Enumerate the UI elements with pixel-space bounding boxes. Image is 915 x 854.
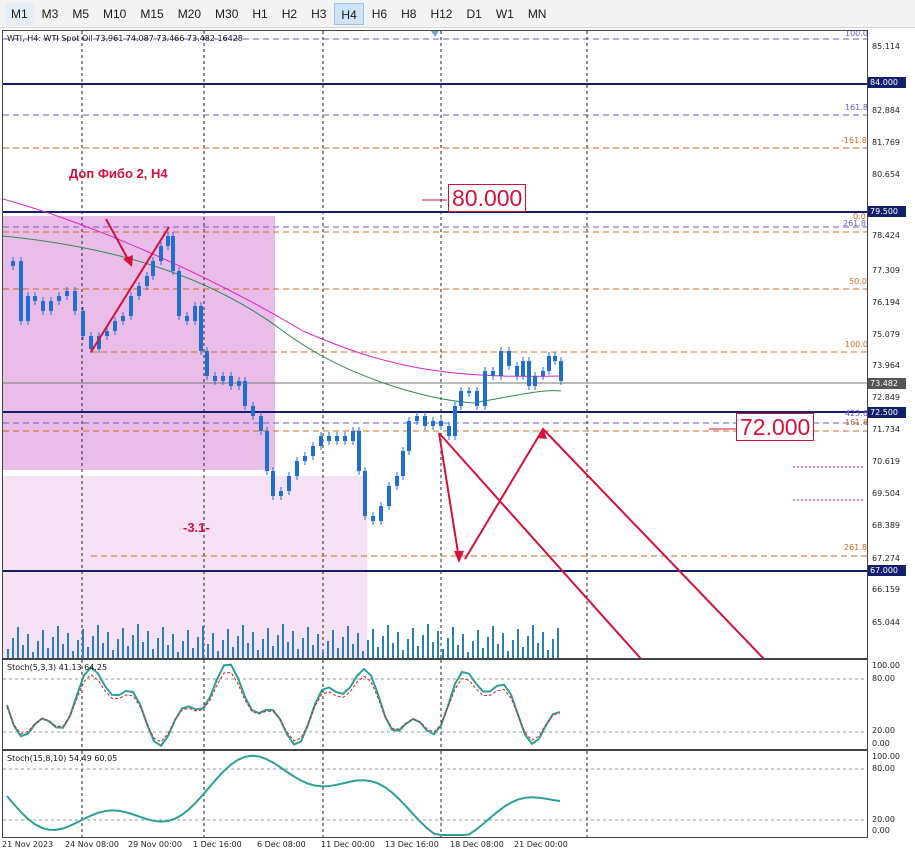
price-scale-label: 70.619	[872, 457, 900, 466]
symbol-info: WTI, H4: WTI Spot Oil 73.961 74.087 73.4…	[7, 34, 243, 43]
stoch1-scale-100: 100.00	[872, 661, 900, 670]
timeframe-button-w1[interactable]: W1	[490, 3, 520, 25]
main-chart-panel[interactable]: WTI, H4: WTI Spot Oil 73.961 74.087 73.4…	[2, 30, 868, 659]
price-scale-label: 78.424	[872, 231, 900, 240]
timeframe-button-h4[interactable]: H4	[334, 2, 364, 25]
timeframe-button-m1[interactable]: M1	[5, 2, 34, 25]
timeframe-button-m5[interactable]: M5	[66, 3, 95, 25]
price-scale-label: 82.884	[872, 106, 900, 115]
price-scale-label: 73.964	[872, 361, 900, 370]
price-scale-label: 77.309	[872, 266, 900, 275]
timeframe-button-m20[interactable]: M20	[172, 3, 207, 25]
stoch2-scale-0: 0.00	[872, 826, 890, 835]
stoch2-label: Stoch(15,8,10) 54.49 60.05	[7, 754, 118, 763]
timeframe-button-d1[interactable]: D1	[460, 3, 487, 25]
price-scale-label: 65.044	[872, 618, 900, 627]
time-label: 29 Nov 00:00	[128, 840, 182, 849]
price-chart-canvas	[3, 31, 867, 658]
dotted-markers	[793, 466, 865, 501]
timeframe-button-h6[interactable]: H6	[366, 3, 393, 25]
time-label: 11 Dec 00:00	[321, 840, 375, 849]
stoch2-scale: 100.00 80.00 20.00 0.00	[868, 750, 915, 838]
fib-label-50: 50.0	[849, 277, 867, 286]
timeframe-button-h8[interactable]: H8	[395, 3, 422, 25]
zone-dark-pink	[3, 216, 275, 470]
price-scale-label: 80.654	[872, 170, 900, 179]
price-scale-label: 67.274	[872, 554, 900, 563]
fib-label-2618: 261.8	[843, 219, 866, 228]
timeframe-button-m30[interactable]: M30	[209, 3, 244, 25]
stoch1-scale-0: 0.00	[872, 739, 890, 748]
stoch1-scale-20: 20.00	[872, 726, 895, 735]
stoch2-scale-100: 100.00	[872, 752, 900, 761]
fibo-annotation: Доп Фибо 2, H4	[69, 166, 168, 181]
timeframe-button-m3[interactable]: M3	[36, 3, 65, 25]
time-label: 13 Dec 16:00	[385, 840, 439, 849]
time-label: 21 Dec 00:00	[514, 840, 568, 849]
time-label: 6 Dec 08:00	[257, 840, 306, 849]
stoch1-scale: 100.00 80.00 20.00 0.00	[868, 659, 915, 750]
stoch1-scale-80: 80.00	[872, 674, 895, 683]
fib-label-1618b: -161.8	[841, 136, 867, 145]
level-tag-84: 84.000	[868, 77, 906, 88]
fib-label-1618a: 161.8	[845, 103, 868, 112]
time-label: 18 Dec 08:00	[450, 840, 504, 849]
fib-label-100: 100.0	[845, 340, 868, 349]
price-scale-label: 68.389	[872, 521, 900, 530]
fib-label-2618b: 261.8	[844, 543, 867, 552]
level-tag-795: 79.500	[868, 206, 906, 217]
time-label: 1 Dec 16:00	[193, 840, 242, 849]
time-label: 24 Nov 08:00	[65, 840, 119, 849]
timeframe-toolbar: M1 M3 M5 M10 M15 M20 M30 H1 H2 H3 H4 H6 H8 H12 D1 W1 MN	[0, 0, 915, 28]
wave-label: -3.1-	[183, 520, 210, 535]
timeframe-button-m15[interactable]: M15	[134, 3, 169, 25]
level-tag-67: 67.000	[868, 565, 906, 576]
stoch1-canvas	[3, 660, 867, 749]
top-marker	[431, 31, 439, 37]
fib-label-top: 100.0	[845, 30, 868, 38]
price-scale-label: 71.734	[872, 425, 900, 434]
price-scale-label: 69.504	[872, 489, 900, 498]
price-box-72: 72.000	[736, 413, 815, 441]
timeframe-button-m10[interactable]: M10	[97, 3, 132, 25]
price-scale-label: 75.079	[872, 330, 900, 339]
price-scale-label: 72.849	[872, 393, 900, 402]
stoch1-label: Stoch(5,3,3) 41.13 64.25	[7, 663, 108, 672]
stochastic-panel-2[interactable]: Stoch(15,8,10) 54.49 60.05	[2, 750, 868, 838]
timeframe-button-mn[interactable]: MN	[522, 3, 553, 25]
timeframe-button-h12[interactable]: H12	[424, 3, 458, 25]
timeframe-button-h3[interactable]: H3	[305, 3, 332, 25]
timeframe-button-h2[interactable]: H2	[276, 3, 303, 25]
time-label: 21 Nov 2023	[2, 840, 54, 849]
stochastic-panel-1[interactable]: Stoch(5,3,3) 41.13 64.25	[2, 659, 868, 750]
price-scale-label: 81.769	[872, 138, 900, 147]
stoch2-scale-20: 20.00	[872, 815, 895, 824]
price-scale-label: 85.114	[872, 42, 900, 51]
timeframe-button-h1[interactable]: H1	[246, 3, 273, 25]
fib-label-1618c: 161.8	[845, 418, 868, 427]
level-tag-725: 72.500	[868, 407, 906, 418]
price-scale-label: 66.159	[872, 585, 900, 594]
stoch2-canvas	[3, 751, 867, 837]
fib-label-4236: 423.6	[845, 409, 868, 418]
price-box-80: 80.000	[448, 184, 527, 212]
stoch2-scale-80: 80.00	[872, 764, 895, 773]
price-scale-label: 76.194	[872, 298, 900, 307]
price-scale[interactable]: 65.044 66.159 67.274 68.389 69.504 70.619 71.7…	[868, 30, 915, 659]
current-price-tag: 73.482	[868, 378, 906, 389]
